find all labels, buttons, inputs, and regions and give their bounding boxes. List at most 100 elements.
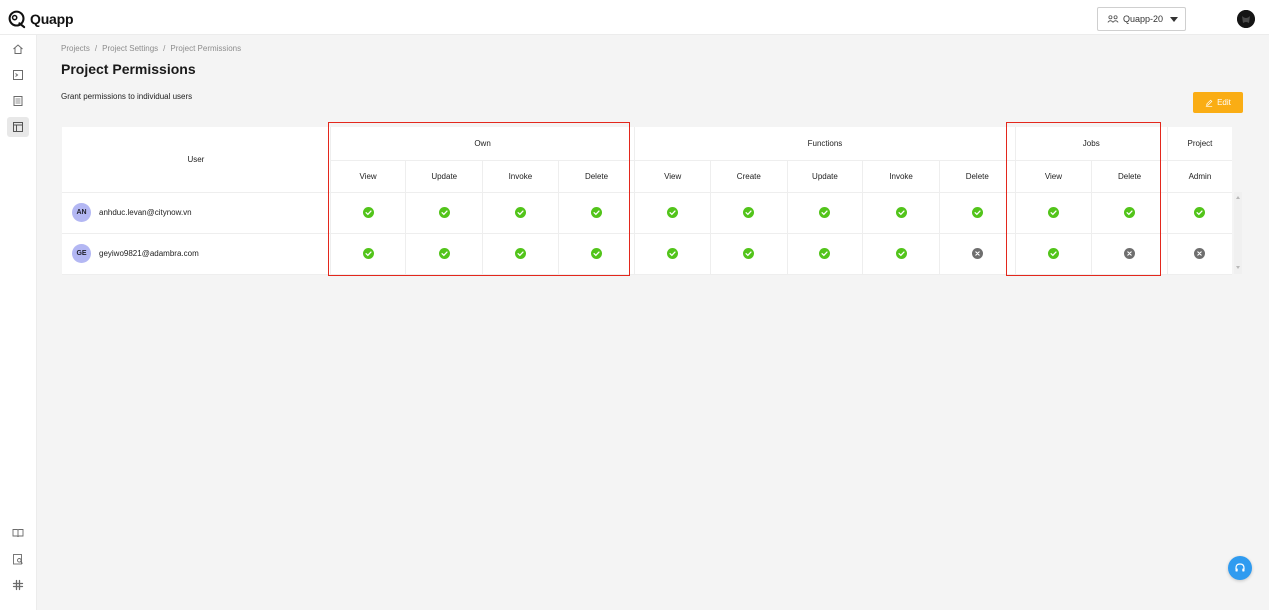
column-header-own-update: Update bbox=[405, 160, 483, 193]
column-group-jobs: Jobs bbox=[1014, 127, 1168, 161]
column-header-functions-create: Create bbox=[709, 160, 788, 193]
check-circle-icon bbox=[819, 248, 831, 259]
edit-button-label: Edit bbox=[1217, 98, 1231, 107]
sidebar-item-home[interactable] bbox=[7, 39, 29, 59]
breadcrumb-item-project-settings[interactable]: Project Settings bbox=[102, 44, 158, 53]
column-header-functions-update: Update bbox=[786, 160, 863, 193]
permission-cell-own-delete bbox=[557, 192, 635, 234]
home-icon bbox=[13, 44, 23, 54]
project-selector[interactable]: Quapp-20 bbox=[1097, 7, 1186, 31]
user-cell: GE geyiwo9821@adambra.com bbox=[62, 233, 331, 275]
user-avatar-initials: GE bbox=[72, 244, 91, 263]
permission-cell-functions-view bbox=[634, 192, 711, 234]
support-button[interactable] bbox=[1228, 556, 1252, 580]
sidebar-item-console[interactable] bbox=[7, 65, 29, 85]
table-scrollbar[interactable] bbox=[1234, 192, 1242, 274]
settings-panel-icon bbox=[13, 122, 23, 132]
permission-cell-jobs-view bbox=[1014, 192, 1092, 234]
sidebar bbox=[0, 35, 37, 610]
column-group-own: Own bbox=[329, 127, 635, 161]
check-circle-icon bbox=[895, 248, 907, 259]
edit-button[interactable]: Edit bbox=[1193, 92, 1243, 113]
quapp-logo-icon bbox=[8, 10, 26, 28]
caret-down-icon bbox=[1170, 16, 1179, 22]
avatar-image-icon bbox=[1237, 10, 1255, 28]
permission-cell-functions-delete bbox=[938, 192, 1016, 234]
check-circle-icon bbox=[895, 207, 907, 218]
check-circle-icon bbox=[438, 207, 450, 218]
check-circle-icon bbox=[362, 248, 374, 259]
permission-cell-jobs-delete bbox=[1091, 192, 1168, 234]
check-circle-icon bbox=[971, 207, 983, 218]
breadcrumb-item-projects[interactable]: Projects bbox=[61, 44, 90, 53]
users-icon bbox=[1107, 15, 1119, 23]
permission-cell-project-admin bbox=[1166, 233, 1232, 275]
user-info: GE geyiwo9821@adambra.com bbox=[72, 244, 330, 263]
column-header-jobs-view: View bbox=[1014, 160, 1092, 193]
breadcrumb-item-current: Project Permissions bbox=[170, 44, 242, 53]
permission-cell-functions-create bbox=[709, 233, 788, 275]
permission-cell-jobs-view bbox=[1014, 233, 1092, 275]
column-header-project-admin: Admin bbox=[1166, 160, 1232, 193]
app-name: Quapp bbox=[30, 11, 74, 27]
app-logo[interactable]: Quapp bbox=[8, 9, 74, 29]
close-circle-icon bbox=[971, 248, 983, 259]
user-avatar-initials: AN bbox=[72, 203, 91, 222]
scroll-down-icon[interactable] bbox=[1236, 266, 1240, 269]
check-circle-icon bbox=[743, 248, 755, 259]
check-circle-icon bbox=[1194, 207, 1206, 218]
table-row: AN anhduc.levan@citynow.vn bbox=[62, 192, 1232, 234]
permission-cell-functions-update bbox=[786, 233, 863, 275]
permission-cell-functions-delete bbox=[938, 233, 1016, 275]
sidebar-item-documents[interactable] bbox=[7, 91, 29, 111]
page-subtitle: Grant permissions to individual users bbox=[61, 92, 193, 101]
pencil-icon bbox=[1205, 99, 1213, 107]
permission-cell-jobs-delete bbox=[1091, 233, 1168, 275]
column-group-functions: Functions bbox=[634, 127, 1016, 161]
permission-cell-own-view bbox=[329, 233, 406, 275]
permission-cell-functions-invoke bbox=[862, 233, 940, 275]
sidebar-item-slack[interactable] bbox=[7, 575, 29, 595]
user-email: geyiwo9821@adambra.com bbox=[99, 249, 199, 258]
check-circle-icon bbox=[438, 248, 450, 259]
slack-icon bbox=[12, 579, 24, 591]
check-circle-icon bbox=[362, 207, 374, 218]
column-header-own-delete: Delete bbox=[557, 160, 635, 193]
sidebar-item-search-docs[interactable] bbox=[7, 549, 29, 569]
check-circle-icon bbox=[819, 207, 831, 218]
permission-cell-own-update bbox=[405, 192, 483, 234]
document-icon bbox=[13, 96, 23, 106]
terminal-icon bbox=[13, 70, 23, 80]
top-bar: Quapp Quapp-20 bbox=[0, 0, 1269, 35]
check-circle-icon bbox=[667, 207, 679, 218]
permission-cell-functions-view bbox=[634, 233, 711, 275]
check-circle-icon bbox=[1047, 207, 1059, 218]
column-header-jobs-delete: Delete bbox=[1091, 160, 1168, 193]
check-circle-icon bbox=[667, 248, 679, 259]
breadcrumb-separator: / bbox=[94, 44, 98, 53]
check-circle-icon bbox=[1124, 207, 1136, 218]
sidebar-item-docs[interactable] bbox=[7, 523, 29, 543]
column-header-functions-view: View bbox=[634, 160, 711, 193]
user-email: anhduc.levan@citynow.vn bbox=[99, 208, 192, 217]
check-circle-icon bbox=[743, 207, 755, 218]
permission-cell-functions-update bbox=[786, 192, 863, 234]
permission-cell-project-admin bbox=[1166, 192, 1232, 234]
sidebar-item-project-settings[interactable] bbox=[7, 117, 29, 137]
permission-cell-own-update bbox=[405, 233, 483, 275]
breadcrumb-separator: / bbox=[163, 44, 166, 53]
scroll-up-icon[interactable] bbox=[1236, 196, 1240, 199]
user-info: AN anhduc.levan@citynow.vn bbox=[72, 203, 330, 222]
check-circle-icon bbox=[514, 207, 526, 218]
project-selector-value: Quapp-20 bbox=[1123, 14, 1164, 24]
permission-cell-own-invoke bbox=[482, 192, 559, 234]
check-circle-icon bbox=[591, 248, 603, 259]
permission-cell-own-invoke bbox=[482, 233, 559, 275]
permissions-table: User Own Functions Jobs Project View Upd… bbox=[62, 127, 1232, 275]
close-circle-icon bbox=[1124, 248, 1136, 259]
column-header-own-invoke: Invoke bbox=[482, 160, 559, 193]
user-avatar[interactable] bbox=[1237, 10, 1255, 28]
permission-cell-functions-create bbox=[709, 192, 788, 234]
column-group-project: Project bbox=[1166, 127, 1232, 161]
breadcrumb: Projects / Project Settings / Project Pe… bbox=[61, 44, 241, 53]
